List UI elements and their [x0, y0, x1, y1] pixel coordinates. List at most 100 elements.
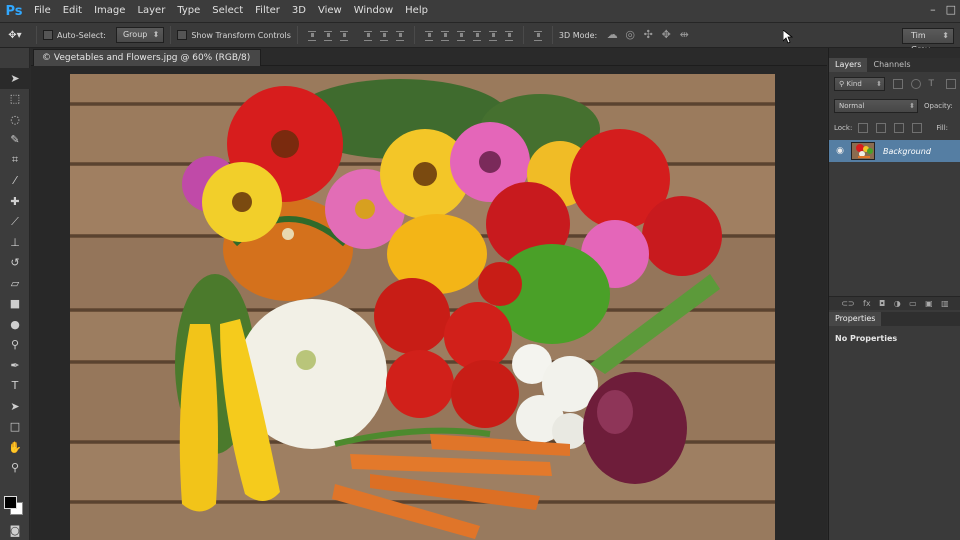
menu-window[interactable]: Window	[348, 0, 399, 22]
show-transform-label: Show Transform Controls	[191, 30, 291, 40]
align-hcenter-icon[interactable]	[379, 30, 389, 41]
eye-icon[interactable]: ◉	[829, 146, 851, 156]
roll-3d-icon[interactable]: ◎	[624, 29, 636, 41]
layer-filter-row: ⚲ Kind T	[829, 76, 960, 92]
zoom-tool[interactable]: ⚲	[0, 458, 30, 479]
menu-layer[interactable]: Layer	[131, 0, 171, 22]
auto-align-icon[interactable]	[533, 30, 543, 41]
menu-filter[interactable]: Filter	[249, 0, 286, 22]
fx-icon[interactable]: fx	[863, 299, 871, 308]
blend-mode-dropdown[interactable]: Normal	[834, 99, 918, 113]
align-right-icon[interactable]	[395, 30, 405, 41]
align-bottom-icon[interactable]	[339, 30, 349, 41]
menu-edit[interactable]: Edit	[57, 0, 88, 22]
add-mask-icon[interactable]: ◘	[879, 299, 885, 308]
divider	[522, 26, 524, 44]
menu-file[interactable]: File	[28, 0, 57, 22]
auto-select-checkbox[interactable]	[43, 30, 53, 40]
gradient-tool[interactable]: ■	[0, 294, 30, 315]
distribute-hcenter-icon[interactable]	[488, 30, 498, 41]
scale-3d-icon[interactable]: ⇹	[678, 29, 690, 41]
menu-bar: Ps File Edit Image Layer Type Select Fil…	[0, 0, 960, 22]
brush-tool[interactable]: ⟋	[0, 212, 30, 233]
panel-grip	[829, 48, 960, 58]
quick-mask-tool[interactable]: ◙	[0, 520, 30, 540]
distribute-vcenter-icon[interactable]	[440, 30, 450, 41]
blend-row: Normal Opacity:	[829, 98, 960, 114]
properties-panel-tabs: Properties	[829, 312, 960, 326]
align-vcenter-icon[interactable]	[323, 30, 333, 41]
eyedropper-icon: ⁄	[14, 174, 16, 188]
new-group-icon[interactable]: ▭	[909, 299, 917, 308]
toolbar-grip	[0, 48, 29, 68]
menu-view[interactable]: View	[312, 0, 348, 22]
zoom-icon: ⚲	[10, 461, 20, 475]
distribute-top-icon[interactable]	[424, 30, 434, 41]
orbit-3d-icon[interactable]: ☁	[606, 29, 618, 41]
document-tab[interactable]: © Vegetables and Flowers.jpg @ 60% (RGB/…	[33, 49, 262, 66]
marquee-tool[interactable]: ⬚	[0, 89, 30, 110]
layers-footer: ⊂⊃ fx ◘ ◑ ▭ ▣ ▥	[829, 296, 960, 310]
menu-select[interactable]: Select	[206, 0, 249, 22]
eraser-tool[interactable]: ▱	[0, 273, 30, 294]
move-tool[interactable]: ➤	[0, 68, 30, 89]
link-layers-icon[interactable]: ⊂⊃	[841, 299, 854, 308]
tab-properties[interactable]: Properties	[829, 312, 882, 326]
quick-select-tool[interactable]: ✎	[0, 130, 30, 151]
bandage-icon: ✚	[10, 194, 20, 208]
clone-stamp-tool[interactable]: ⊥	[0, 232, 30, 253]
minimize-button[interactable]: –	[930, 0, 936, 20]
healing-tool[interactable]: ✚	[0, 191, 30, 212]
auto-select-option: Auto-Select:	[43, 22, 106, 48]
new-layer-icon[interactable]: ▣	[925, 299, 933, 308]
marquee-icon: ⬚	[9, 92, 21, 106]
menu-type[interactable]: Type	[171, 0, 206, 22]
type-tool[interactable]: T	[0, 376, 30, 397]
adjustment-layer-icon[interactable]: ◑	[894, 299, 901, 308]
filter-pixel-icon[interactable]	[893, 79, 903, 89]
shape-tool[interactable]: □	[0, 417, 30, 438]
align-top-icon[interactable]	[307, 30, 317, 41]
distribute-bottom-icon[interactable]	[456, 30, 466, 41]
hand-tool[interactable]: ✋	[0, 437, 30, 458]
quick-select-icon: ✎	[10, 133, 20, 147]
layer-row-background[interactable]: ◉ Background	[829, 140, 960, 162]
eyedropper-tool[interactable]: ⁄	[0, 171, 30, 192]
image-canvas[interactable]	[70, 74, 775, 540]
window-controls: – □	[930, 0, 956, 20]
menu-image[interactable]: Image	[88, 0, 131, 22]
layer-kind-filter[interactable]: ⚲ Kind	[834, 77, 885, 91]
crop-tool[interactable]: ⌗	[0, 150, 30, 171]
distribute-left-icon[interactable]	[472, 30, 482, 41]
menu-help[interactable]: Help	[399, 0, 434, 22]
distribute-right-icon[interactable]	[504, 30, 514, 41]
trash-icon[interactable]: ▥	[941, 299, 949, 308]
tab-layers[interactable]: Layers	[829, 58, 868, 72]
lock-transparent-icon[interactable]	[858, 123, 869, 133]
tool-preset-picker[interactable]: ✥▾	[0, 22, 30, 48]
divider	[170, 26, 172, 44]
workspace-switcher[interactable]: Tim Grey	[902, 28, 954, 54]
hand-icon: ✋	[8, 440, 22, 454]
auto-select-dropdown[interactable]: Group	[115, 27, 165, 43]
lock-image-icon[interactable]	[876, 123, 887, 133]
dodge-tool[interactable]: ⚲	[0, 335, 30, 356]
history-brush-tool[interactable]: ↺	[0, 253, 30, 274]
pen-tool[interactable]: ✒	[0, 355, 30, 376]
lock-position-icon[interactable]	[894, 123, 905, 133]
menu-3d[interactable]: 3D	[286, 0, 312, 22]
slide-3d-icon[interactable]: ✥	[660, 29, 672, 41]
filter-adjustment-icon[interactable]	[910, 79, 921, 89]
path-select-tool[interactable]: ➤	[0, 396, 30, 417]
filter-shape-icon[interactable]	[946, 79, 956, 89]
maximize-button[interactable]: □	[946, 0, 956, 20]
lasso-tool[interactable]: ◌	[0, 109, 30, 130]
blur-tool[interactable]: ●	[0, 314, 30, 335]
drag-3d-icon[interactable]: ✣	[642, 29, 654, 41]
show-transform-checkbox[interactable]	[177, 30, 188, 40]
filter-type-icon[interactable]: T	[929, 79, 939, 89]
lock-all-icon[interactable]	[912, 123, 923, 133]
align-left-icon[interactable]	[363, 30, 373, 41]
tab-channels[interactable]: Channels	[867, 58, 916, 72]
foreground-color[interactable]	[4, 496, 17, 509]
